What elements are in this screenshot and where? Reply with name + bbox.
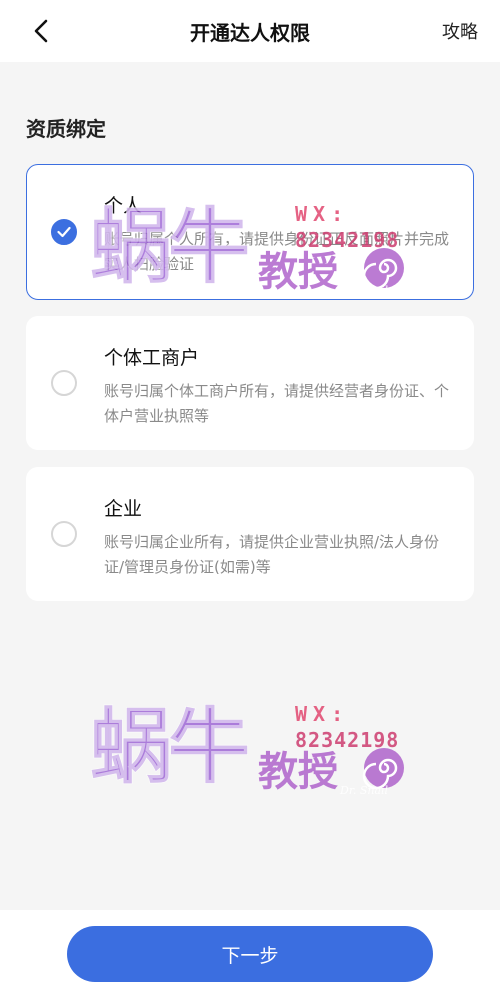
page-title: 开通达人权限 — [190, 20, 310, 45]
radio-checked-icon[interactable] — [51, 219, 77, 245]
option-description: 账号归属个人所有，请提供身份证正反面照片并完成实人扫脸验证 — [104, 230, 450, 273]
option-description: 账号归属个体工商户所有，请提供经营者身份证、个体户营业执照等 — [104, 382, 450, 425]
top-nav-bar: 开通达人权限 攻略 — [0, 0, 500, 62]
watermark-logo: 蜗牛 — [89, 699, 251, 796]
watermark-wx-label: WX: — [295, 702, 350, 726]
watermark-signature: Dr. Snail — [340, 784, 389, 797]
option-card-individual-business[interactable]: 个体工商户 账号归属个体工商户所有，请提供经营者身份证、个体户营业执照等 — [26, 316, 474, 450]
watermark-sub: 教授 — [258, 749, 338, 795]
next-button[interactable]: 下一步 — [67, 926, 433, 982]
section-title: 资质绑定 — [26, 117, 106, 141]
option-name: 企业 — [104, 498, 143, 520]
snail-shell-icon — [362, 748, 404, 790]
option-card-individual[interactable]: 个人 账号归属个人所有，请提供身份证正反面照片并完成实人扫脸验证 — [26, 164, 474, 300]
check-icon — [57, 226, 71, 238]
option-name: 个人 — [104, 195, 143, 217]
watermark: 蜗牛 WX: 82342198 教授 Dr. Snail — [89, 698, 410, 798]
guide-link[interactable]: 攻略 — [442, 0, 478, 62]
option-name: 个体工商户 — [104, 347, 200, 369]
option-description: 账号归属企业所有，请提供企业营业执照/法人身份证/管理员身份证(如需)等 — [104, 533, 440, 576]
radio-unchecked-icon[interactable] — [51, 521, 77, 547]
radio-unchecked-icon[interactable] — [51, 370, 77, 396]
watermark-wx-number: 82342198 — [295, 728, 400, 752]
option-card-enterprise[interactable]: 企业 账号归属企业所有，请提供企业营业执照/法人身份证/管理员身份证(如需)等 — [26, 467, 474, 601]
